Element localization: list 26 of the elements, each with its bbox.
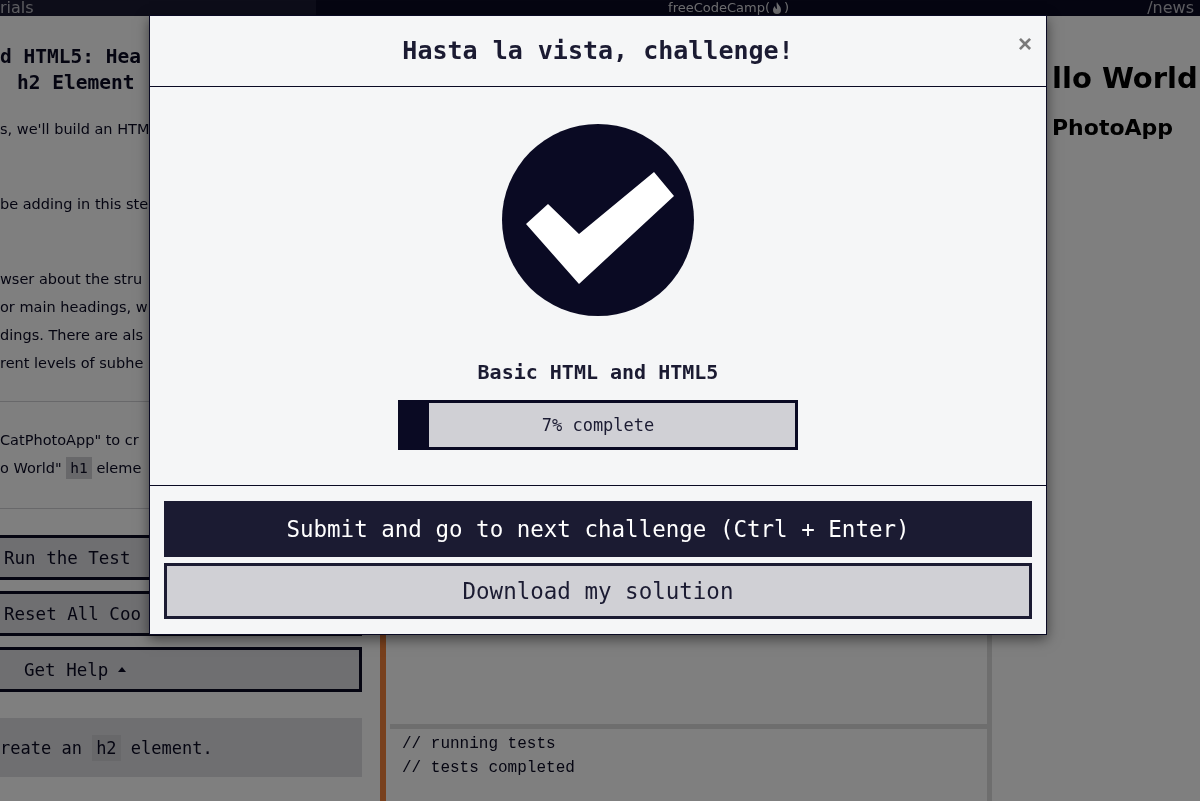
preview-subheading: PhotoApp — [1052, 115, 1175, 140]
lesson-text: dings. There are als — [0, 326, 145, 345]
console-line: // tests completed — [402, 758, 576, 779]
get-help-button[interactable]: Get Help — [0, 647, 362, 692]
lesson-title: d HTML5: Hea h2 Element — [0, 44, 142, 96]
progress-text: 7% complete — [541, 414, 655, 435]
console-line: // running tests — [402, 734, 557, 755]
lesson-text: s, we'll build an HTM — [0, 120, 148, 139]
preview-heading: llo World — [1052, 61, 1199, 95]
lesson-text: rent levels of subhe — [0, 354, 145, 373]
nav-link[interactable]: rials — [0, 0, 40, 16]
nav-link[interactable]: /news — [1141, 0, 1200, 16]
close-button[interactable]: × — [1018, 32, 1032, 56]
block-title: Basic HTML and HTML5 — [477, 359, 719, 384]
lesson-text: or main headings, w — [0, 298, 148, 317]
logo[interactable]: freeCodeCamp( ) — [668, 0, 790, 16]
lesson-text: be adding in this ste — [0, 195, 148, 214]
instruction-text: o World" h1 eleme — [0, 454, 148, 482]
download-button[interactable]: Download my solution — [164, 563, 1032, 619]
instruction-text: CatPhotoApp" to cr — [0, 431, 140, 450]
checkmark-icon — [502, 123, 694, 316]
lesson-text: wser about the stru — [0, 270, 144, 289]
hint-text: reate an h2 element. — [0, 718, 362, 777]
dialog-title: Hasta la vista, challenge! — [402, 36, 794, 66]
caret-icon — [118, 667, 127, 672]
submit-button[interactable]: Submit and go to next challenge (Ctrl + Enter) — [164, 501, 1032, 557]
